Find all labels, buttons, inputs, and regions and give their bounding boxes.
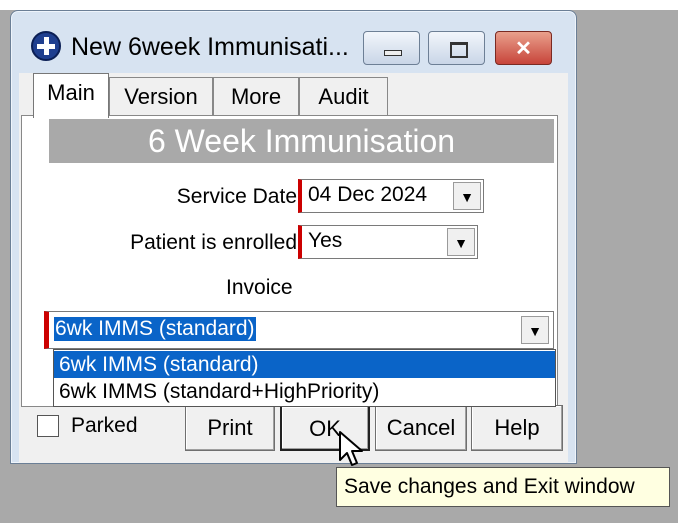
maximize-icon [450,42,468,58]
invoice-dropdown-list: 6wk IMMS (standard) 6wk IMMS (standard+H… [53,349,556,407]
service-date-combo[interactable]: 04 Dec 2024 ▼ [298,179,484,213]
dropdown-arrow-icon[interactable]: ▼ [453,182,481,210]
parked-label[interactable]: Parked [71,414,138,438]
close-icon: ✕ [515,38,532,60]
dialog-client-area: Main Version More Audit 6 Week Immunisat… [19,73,568,463]
health-plus-icon [31,31,61,61]
invoice-option-standard[interactable]: 6wk IMMS (standard) [54,351,555,378]
parked-checkbox[interactable] [37,415,59,437]
enrolled-combo[interactable]: Yes ▼ [298,225,478,259]
invoice-combo[interactable]: 6wk IMMS (standard) ▼ [44,311,554,349]
dialog-window: New 6week Immunisati... ✕ Main Version M… [10,10,577,464]
tab-version[interactable]: Version [109,77,213,116]
dropdown-arrow-icon[interactable]: ▼ [447,228,475,256]
print-button[interactable]: Print [185,405,275,451]
form-banner: 6 Week Immunisation [49,119,554,163]
close-button[interactable]: ✕ [495,31,552,65]
title-bar[interactable]: New 6week Immunisati... ✕ [11,11,576,73]
dropdown-arrow-icon[interactable]: ▼ [521,316,549,344]
enrolled-label: Patient is enrolled [130,231,297,254]
help-button[interactable]: Help [471,405,563,451]
minimize-button[interactable] [363,31,420,65]
tab-audit[interactable]: Audit [299,77,388,116]
service-date-label: Service Date [176,185,297,208]
mouse-pointer-icon [339,431,363,466]
ok-tooltip: Save changes and Exit window [336,467,670,507]
invoice-option-high-priority[interactable]: 6wk IMMS (standard+HighPriority) [54,378,555,405]
window-title: New 6week Immunisati... [71,33,349,61]
minimize-icon [384,50,402,56]
tab-more[interactable]: More [213,77,299,116]
invoice-value: 6wk IMMS (standard) [54,317,256,341]
invoice-label: Invoice [226,276,293,299]
tab-main[interactable]: Main [33,73,109,118]
maximize-button[interactable] [428,31,485,65]
service-date-value: 04 Dec 2024 [308,183,428,206]
cancel-button[interactable]: Cancel [375,405,467,451]
enrolled-value: Yes [308,229,343,252]
